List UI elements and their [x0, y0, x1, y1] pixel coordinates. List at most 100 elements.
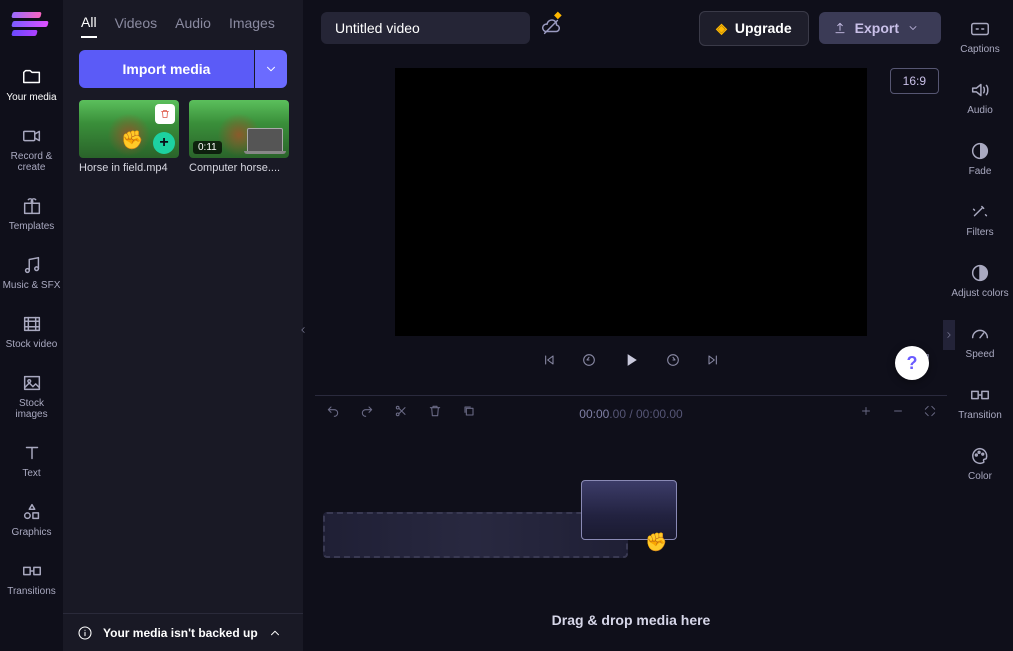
sidebar-label: Graphics: [11, 527, 51, 538]
upgrade-button[interactable]: ◈ Upgrade: [699, 11, 809, 46]
chevron-right-icon: [944, 328, 954, 342]
fade-icon: [969, 140, 991, 162]
info-icon: [77, 625, 93, 641]
rewind-button[interactable]: [581, 352, 597, 372]
dragging-clip[interactable]: [581, 480, 677, 540]
timeline-drop-hint: Drag & drop media here: [315, 612, 947, 628]
sidebar-item-stock-video[interactable]: Stock video: [2, 307, 62, 356]
video-preview[interactable]: [395, 68, 867, 336]
sidebar-item-stock-images[interactable]: Stock images: [2, 366, 62, 426]
chevron-down-icon: [264, 62, 278, 76]
property-speed[interactable]: Speed: [950, 315, 1010, 368]
collapse-media-panel[interactable]: [297, 315, 309, 345]
timeline[interactable]: ✊ Drag & drop media here: [315, 432, 947, 651]
sidebar-label: Your media: [6, 92, 56, 103]
backup-notice-text: Your media isn't backed up: [103, 626, 258, 640]
film-icon: [21, 313, 43, 335]
gauge-icon: [969, 323, 991, 345]
tab-all[interactable]: All: [81, 8, 97, 38]
split-button[interactable]: [393, 403, 409, 424]
delete-clip-button[interactable]: [155, 104, 175, 124]
zoom-out-button[interactable]: [891, 404, 905, 423]
gem-icon: ◈: [716, 20, 727, 37]
skip-start-button[interactable]: [541, 352, 557, 372]
transition-icon: [21, 560, 43, 582]
forward-button[interactable]: [665, 352, 681, 372]
palette-icon: [969, 445, 991, 467]
player-controls: [315, 344, 947, 380]
transition-icon: [969, 384, 991, 406]
project-title-input[interactable]: [321, 12, 530, 44]
property-fade[interactable]: Fade: [950, 132, 1010, 185]
sidebar-item-record[interactable]: Record & create: [2, 119, 62, 179]
duplicate-button[interactable]: [461, 403, 477, 424]
property-audio[interactable]: Audio: [950, 71, 1010, 124]
upload-icon: [833, 21, 847, 35]
right-sidebar: Captions Audio Fade Filters Adjust color…: [947, 0, 1013, 651]
property-transition[interactable]: Transition: [950, 376, 1010, 429]
sidebar-item-templates[interactable]: Templates: [2, 189, 62, 238]
contrast-icon: [969, 262, 991, 284]
tab-audio[interactable]: Audio: [175, 9, 211, 37]
redo-button[interactable]: [359, 403, 375, 424]
backup-notice-bar[interactable]: Your media isn't backed up: [63, 613, 303, 651]
fit-timeline-button[interactable]: [923, 404, 937, 423]
sidebar-label: Music & SFX: [3, 280, 61, 291]
sidebar-item-music[interactable]: Music & SFX: [2, 248, 62, 297]
sparkle-icon: [969, 201, 991, 223]
chevron-down-icon: [907, 22, 919, 34]
add-clip-button[interactable]: +: [153, 132, 175, 154]
premium-indicator-icon: ◆: [554, 10, 562, 21]
property-color[interactable]: Color: [950, 437, 1010, 490]
sidebar-label: Stock images: [2, 398, 62, 420]
aspect-ratio-button[interactable]: 16:9: [890, 68, 939, 94]
property-filters[interactable]: Filters: [950, 193, 1010, 246]
sidebar-item-your-media[interactable]: Your media: [2, 60, 62, 109]
property-captions[interactable]: Captions: [950, 10, 1010, 63]
help-button[interactable]: ?: [895, 346, 929, 380]
grab-cursor-icon: ✊: [645, 532, 667, 553]
export-button[interactable]: Export: [819, 12, 941, 44]
tab-images[interactable]: Images: [229, 9, 275, 37]
trash-icon: [159, 108, 171, 120]
folder-icon: [21, 66, 43, 88]
timeline-timecode: 00:00.00 / 00:00.00: [579, 407, 682, 421]
property-adjust-colors[interactable]: Adjust colors: [950, 254, 1010, 307]
chevron-left-icon: [298, 323, 308, 337]
sidebar-item-text[interactable]: Text: [2, 436, 62, 485]
camera-icon: [21, 125, 43, 147]
zoom-in-button[interactable]: [859, 404, 873, 423]
delete-button[interactable]: [427, 403, 443, 424]
clip-duration: 0:11: [193, 141, 222, 154]
media-clip[interactable]: 0:11 Computer horse....: [189, 100, 289, 174]
upgrade-label: Upgrade: [735, 20, 792, 36]
collapse-properties-panel[interactable]: [943, 320, 955, 350]
speaker-icon: [969, 79, 991, 101]
play-button[interactable]: [621, 350, 641, 374]
import-media-button[interactable]: Import media: [79, 50, 254, 88]
left-sidebar: Your media Record & create Templates Mus…: [0, 50, 63, 651]
media-panel: All Videos Audio Images Import media + ✊…: [63, 0, 303, 651]
sidebar-label: Record & create: [2, 151, 62, 173]
cloud-sync-icon[interactable]: ◆: [540, 15, 562, 42]
clip-filename: Computer horse....: [189, 162, 289, 174]
gift-icon: [21, 195, 43, 217]
sidebar-item-graphics[interactable]: Graphics: [2, 495, 62, 544]
sidebar-item-transitions[interactable]: Transitions: [2, 554, 62, 603]
timeline-toolbar: 00:00.00 / 00:00.00: [315, 395, 947, 431]
import-media-dropdown[interactable]: [255, 50, 287, 88]
media-tabs: All Videos Audio Images: [63, 0, 303, 38]
undo-button[interactable]: [325, 403, 341, 424]
top-bar: ◆ ◈ Upgrade Export: [315, 4, 947, 52]
sidebar-label: Text: [22, 468, 40, 479]
export-label: Export: [855, 20, 899, 36]
shapes-icon: [21, 501, 43, 523]
skip-end-button[interactable]: [705, 352, 721, 372]
sidebar-label: Stock video: [6, 339, 58, 350]
music-icon: [21, 254, 43, 276]
preview-area: 16:9 ?: [315, 58, 947, 386]
sidebar-label: Templates: [9, 221, 55, 232]
media-clip[interactable]: + ✊ Horse in field.mp4: [79, 100, 179, 174]
tab-videos[interactable]: Videos: [115, 9, 158, 37]
text-icon: [21, 442, 43, 464]
